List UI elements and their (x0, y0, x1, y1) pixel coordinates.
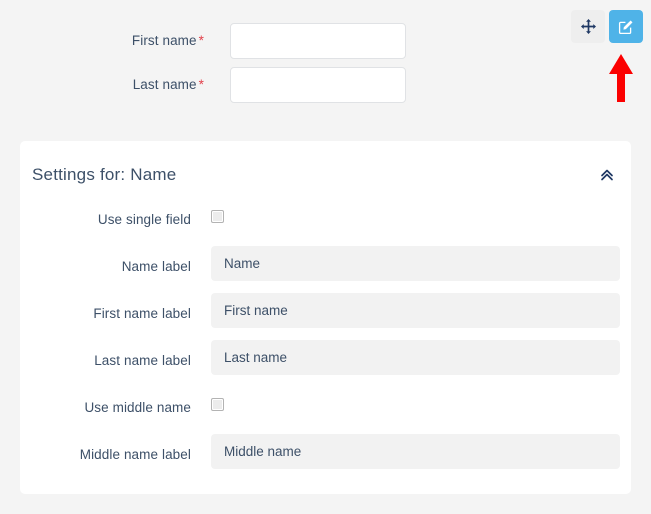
first-name-input[interactable] (230, 23, 406, 59)
arrow-up-icon (605, 52, 637, 104)
setting-label: First name label (93, 306, 191, 321)
form-field-row: Last name * (0, 67, 430, 111)
use-single-field-checkbox[interactable] (211, 210, 224, 223)
required-asterisk: * (198, 33, 204, 48)
edit-field-button[interactable] (609, 10, 643, 43)
setting-control (211, 199, 224, 223)
setting-control: First name (211, 293, 620, 328)
page-title: Settings for: Name (32, 165, 177, 184)
chevron-double-up-icon (599, 167, 615, 188)
form-field-label-text: First name (131, 33, 197, 48)
form-field-label: First name * (0, 33, 204, 48)
setting-row-use-middle-name: Use middle name (20, 387, 631, 434)
setting-control: Middle name (211, 434, 620, 469)
setting-control (211, 387, 224, 411)
setting-label: Use single field (97, 212, 191, 227)
use-middle-name-checkbox[interactable] (211, 398, 224, 411)
setting-label: Last name label (94, 353, 191, 368)
name-label-input[interactable]: Name (211, 246, 620, 281)
move-field-button[interactable] (571, 10, 605, 43)
setting-control: Name (211, 246, 620, 281)
setting-label: Use middle name (84, 400, 191, 415)
settings-panel-header: Settings for: Name (20, 141, 631, 199)
form-field-label-text: Last name (132, 77, 197, 92)
settings-panel-body: Use single field Name label Name First n… (20, 199, 631, 481)
move-arrows-icon (580, 19, 596, 34)
field-toolbar (571, 10, 643, 43)
pencil-square-icon (618, 19, 634, 35)
form-field-label: Last name * (0, 77, 204, 92)
required-asterisk: * (198, 77, 204, 92)
setting-row-first-name-label: First name label First name (20, 293, 631, 340)
setting-label: Middle name label (79, 447, 191, 462)
setting-row-middle-name-label: Middle name label Middle name (20, 434, 631, 481)
setting-label: Name label (121, 259, 191, 274)
setting-row-last-name-label: Last name label Last name (20, 340, 631, 387)
middle-name-label-input[interactable]: Middle name (211, 434, 620, 469)
collapse-panel-button[interactable] (597, 167, 617, 187)
settings-panel: Settings for: Name Use single field Name… (20, 141, 631, 494)
form-preview-area: First name * Last name * (0, 0, 651, 131)
form-field-row: First name * (0, 23, 430, 67)
first-name-label-input[interactable]: First name (211, 293, 620, 328)
setting-row-name-label: Name label Name (20, 246, 631, 293)
setting-control: Last name (211, 340, 620, 375)
last-name-input[interactable] (230, 67, 406, 103)
last-name-label-input[interactable]: Last name (211, 340, 620, 375)
setting-row-use-single-field: Use single field (20, 199, 631, 246)
